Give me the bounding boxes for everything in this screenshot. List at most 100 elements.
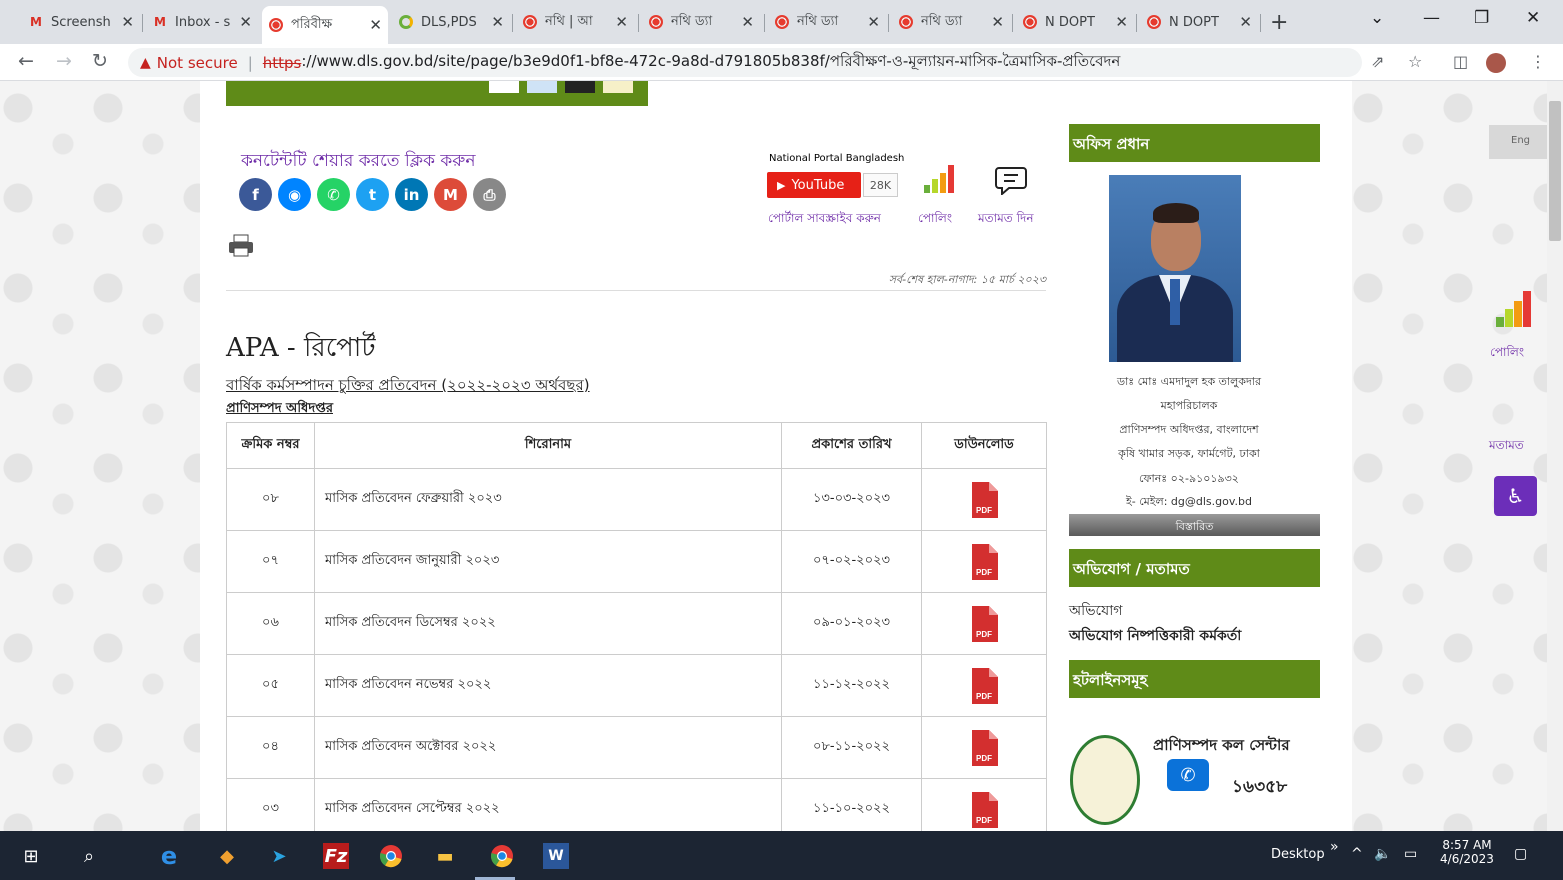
tab-search-icon[interactable]: ⌄ [1370,8,1384,28]
reload-icon[interactable]: ↻ [92,50,108,72]
file-explorer-icon[interactable]: ▬ [432,843,458,869]
row-date: ১১-১২-২০২২ [781,654,922,717]
bookmark-star-icon[interactable]: ☆ [1408,52,1422,71]
reports-table: ক্রমিক নম্বর শিরোনাম প্রকাশের তারিখ ডাউন… [226,422,1047,831]
restore-button[interactable]: ❐ [1474,8,1489,28]
close-icon[interactable]: ✕ [867,13,880,31]
pdf-download-icon[interactable]: PDF [970,729,998,766]
tab-nothi-3[interactable]: নথি ড্যা ✕ [768,8,886,36]
print-icon[interactable] [228,234,254,258]
complaint-link[interactable]: অভিযোগ [1069,599,1123,623]
row-download: PDF [921,530,1047,593]
chrome-icon[interactable] [378,843,404,869]
profile-avatar[interactable] [1486,53,1506,73]
minimize-button[interactable]: — [1423,8,1440,28]
new-tab-button[interactable]: + [1270,10,1288,35]
row-title: মাসিক প্রতিবেদন নভেম্বর ২০২২ [314,654,782,717]
pdf-download-icon[interactable]: PDF [970,543,998,580]
telegram-icon[interactable]: ➤ [266,843,292,869]
theme-blue-swatch[interactable] [527,81,557,93]
app-icon[interactable]: ◆ [214,843,240,869]
word-icon[interactable]: W [543,843,569,869]
tab-nothi-2[interactable]: নথি ড্যা ✕ [642,8,760,36]
side-panel-icon[interactable]: ◫ [1453,52,1468,71]
tab-nothi-1[interactable]: নথি | আ ✕ [516,8,634,36]
volume-icon[interactable]: 🔈 [1374,846,1391,862]
report-link[interactable]: বার্ষিক কর্মসম্পাদন চুক্তির প্রতিবেদন (২… [226,374,590,399]
close-icon[interactable]: ✕ [239,13,252,31]
address-bar[interactable]: ▲ Not secure | https://www.dls.gov.bd/si… [128,48,1362,77]
messenger-icon[interactable]: ◉ [278,178,311,211]
opinion-link[interactable]: মতামত দিন [978,210,1034,230]
back-icon[interactable]: ← [18,50,34,72]
grievance-officer-link[interactable]: অভিযোগ নিষ্পত্তিকারী কর্মকর্তা [1069,624,1241,648]
forward-icon[interactable]: → [56,50,72,72]
page-scrollbar[interactable] [1547,81,1563,831]
language-switch[interactable]: Eng [1489,125,1547,159]
tab-active-monitoring[interactable]: পরিবীক্ষ ✕ [262,6,388,44]
network-icon[interactable]: ▭ [1404,846,1417,862]
tab-ndopt-1[interactable]: N DOPT ✕ [1016,8,1134,36]
tab-nothi-4[interactable]: নথি ড্যা ✕ [892,8,1010,36]
close-icon[interactable]: ✕ [369,16,382,34]
phone-icon[interactable]: ✆ [1167,759,1209,791]
theme-yellow-swatch[interactable] [603,81,633,93]
close-icon[interactable]: ✕ [991,13,1004,31]
tab-screenshot[interactable]: M Screensh ✕ [22,8,140,36]
print-share-icon[interactable]: ⎙ [473,178,506,211]
share-icon[interactable]: ⇗ [1371,52,1384,71]
details-button[interactable]: বিস্তারিত [1069,514,1320,536]
department-link[interactable]: প্রাণিসম্পদ অধিদপ্তর [226,399,333,420]
close-icon[interactable]: ✕ [741,13,754,31]
close-icon[interactable]: ✕ [1115,13,1128,31]
row-serial: ০৭ [226,530,315,593]
gmail-icon[interactable]: M [434,178,467,211]
row-download: PDF [921,654,1047,717]
filezilla-icon[interactable]: Fz [323,843,349,869]
linkedin-icon[interactable]: in [395,178,428,211]
desktop-toolbar[interactable]: Desktop [1271,847,1325,862]
tab-ndopt-2[interactable]: N DOPT ✕ [1140,8,1258,36]
menu-icon[interactable]: ⋮ [1530,52,1546,71]
tab-dls-pds[interactable]: DLS,PDS ✕ [392,8,510,36]
theme-white-swatch[interactable] [489,81,519,93]
tab-inbox[interactable]: M Inbox - s ✕ [146,8,258,36]
pdf-download-icon[interactable]: PDF [970,791,998,828]
clock[interactable]: 8:57 AM 4/6/2023 [1437,838,1497,866]
whatsapp-icon[interactable]: ✆ [317,178,350,211]
youtube-count: 28K [863,173,898,197]
toolbar-expand-icon[interactable]: » [1330,839,1339,855]
portal-subscribe-link[interactable]: পোর্টাল সাবস্ক্রাইব করুন [768,210,881,230]
youtube-subscribe-button[interactable]: ▶ YouTube [767,172,861,198]
poll-link[interactable]: পোলিং [918,210,952,230]
close-icon[interactable]: ✕ [615,13,628,31]
pdf-label: PDF [976,506,992,515]
close-window-button[interactable]: ✕ [1526,8,1540,28]
row-title: মাসিক প্রতিবেদন অক্টোবর ২০২২ [314,716,782,779]
windows-start-icon[interactable]: ⊞ [18,843,44,869]
pdf-download-icon[interactable]: PDF [970,605,998,642]
col-title: শিরোনাম [314,422,782,469]
pdf-download-icon[interactable]: PDF [970,667,998,704]
row-date: ১৩-০৩-২০২৩ [781,468,922,531]
notification-icon[interactable]: ▢ [1514,846,1527,862]
close-icon[interactable]: ✕ [121,13,134,31]
tray-chevron-icon[interactable]: ^ [1351,846,1363,862]
right-poll-link[interactable]: পোলিং [1490,344,1524,364]
accessibility-icon[interactable]: ♿ [1494,476,1537,516]
search-icon[interactable]: ⌕ [76,843,102,869]
comment-icon[interactable] [994,165,1028,197]
close-icon[interactable]: ✕ [1239,13,1252,31]
twitter-icon[interactable]: t [356,178,389,211]
poll-icon[interactable] [922,165,956,193]
facebook-icon[interactable]: f [239,178,272,211]
poll-icon[interactable] [1494,291,1534,327]
officer-phone: ফোনঃ ০২-৯১০১৯৩২ [1139,472,1239,485]
close-icon[interactable]: ✕ [491,13,504,31]
right-opinion-link[interactable]: মতামত [1489,437,1524,457]
theme-black-swatch[interactable] [565,81,595,93]
row-serial: ০৪ [226,716,315,779]
edge-icon[interactable]: e [156,842,182,870]
pdf-download-icon[interactable]: PDF [970,481,998,518]
chrome-active-icon[interactable] [489,843,515,869]
